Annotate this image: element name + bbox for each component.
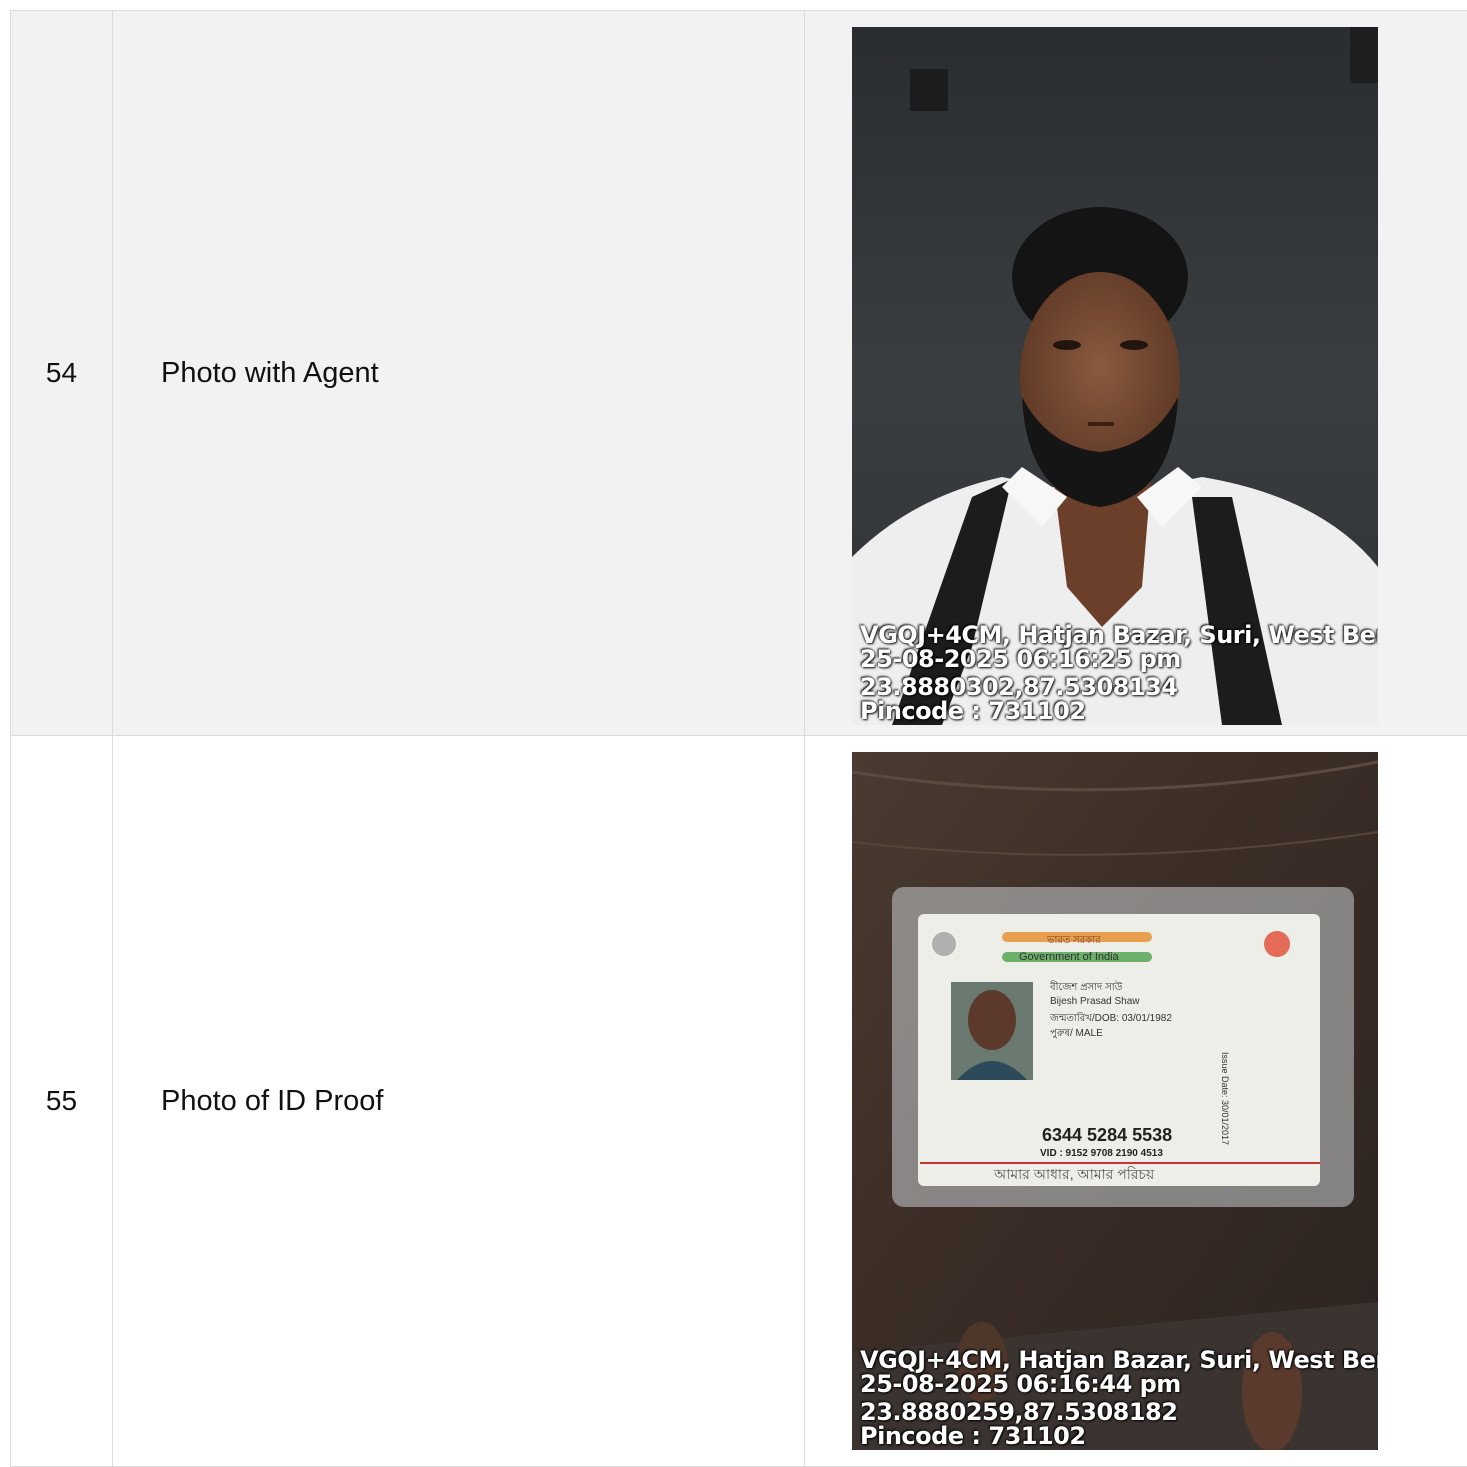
id-name-native: বীজেশ প্রসাদ সাউ (1050, 980, 1122, 997)
id-issue-date: Issue Date: 30/01/2017 (1220, 1052, 1230, 1145)
id-gender: পুরুষ/ MALE (1050, 1026, 1103, 1043)
serial-number: 54 (11, 11, 113, 736)
id-tagline: আমার আধার, আমার পরিচয় (994, 1163, 1154, 1187)
row-label: Photo with Agent (113, 11, 805, 736)
stamp-pincode: Pincode : 731102 (860, 1424, 1378, 1448)
stamp-datetime: 25-08-2025 06:16:25 pm (860, 647, 1378, 671)
id-vid: VID : 9152 9708 2190 4513 (1040, 1148, 1163, 1159)
stamp-coords: 23.8880302,87.5308134 (860, 675, 1378, 699)
stamp-datetime: 25-08-2025 06:16:44 pm (860, 1372, 1378, 1396)
table-row: 54 Photo with Agent (11, 11, 1467, 736)
row-label: Photo of ID Proof (113, 736, 805, 1467)
id-proof-photo[interactable]: ভারত সরকার Government of India বীজেশ প্র… (852, 752, 1378, 1450)
stamp-pincode: Pincode : 731102 (860, 699, 1378, 723)
report-table: 54 Photo with Agent (10, 10, 1467, 1467)
geo-stamp: VGQJ+4CM, Hatjan Bazar, Suri, West Benga… (860, 1348, 1378, 1448)
id-name: Bijesh Prasad Shaw (1050, 996, 1140, 1007)
id-header-native: ভারত সরকার (1047, 933, 1101, 950)
agent-photo[interactable]: VGQJ+4CM, Hatjan Bazar, Suri, West Benga… (852, 27, 1378, 725)
table-row: 55 Photo of ID Proof (11, 736, 1467, 1467)
photo-cell: VGQJ+4CM, Hatjan Bazar, Suri, West Benga… (805, 11, 1467, 736)
stamp-address: VGQJ+4CM, Hatjan Bazar, Suri, West Benga… (860, 1348, 1378, 1372)
stamp-coords: 23.8880259,87.5308182 (860, 1400, 1378, 1424)
id-header-english: Government of India (1019, 951, 1119, 963)
photo-cell: ভারত সরকার Government of India বীজেশ প্র… (805, 736, 1467, 1467)
serial-number: 55 (11, 736, 113, 1467)
geo-stamp: VGQJ+4CM, Hatjan Bazar, Suri, West Benga… (860, 623, 1378, 723)
id-number: 6344 5284 5538 (1042, 1125, 1172, 1146)
stamp-address: VGQJ+4CM, Hatjan Bazar, Suri, West Benga… (860, 623, 1378, 647)
